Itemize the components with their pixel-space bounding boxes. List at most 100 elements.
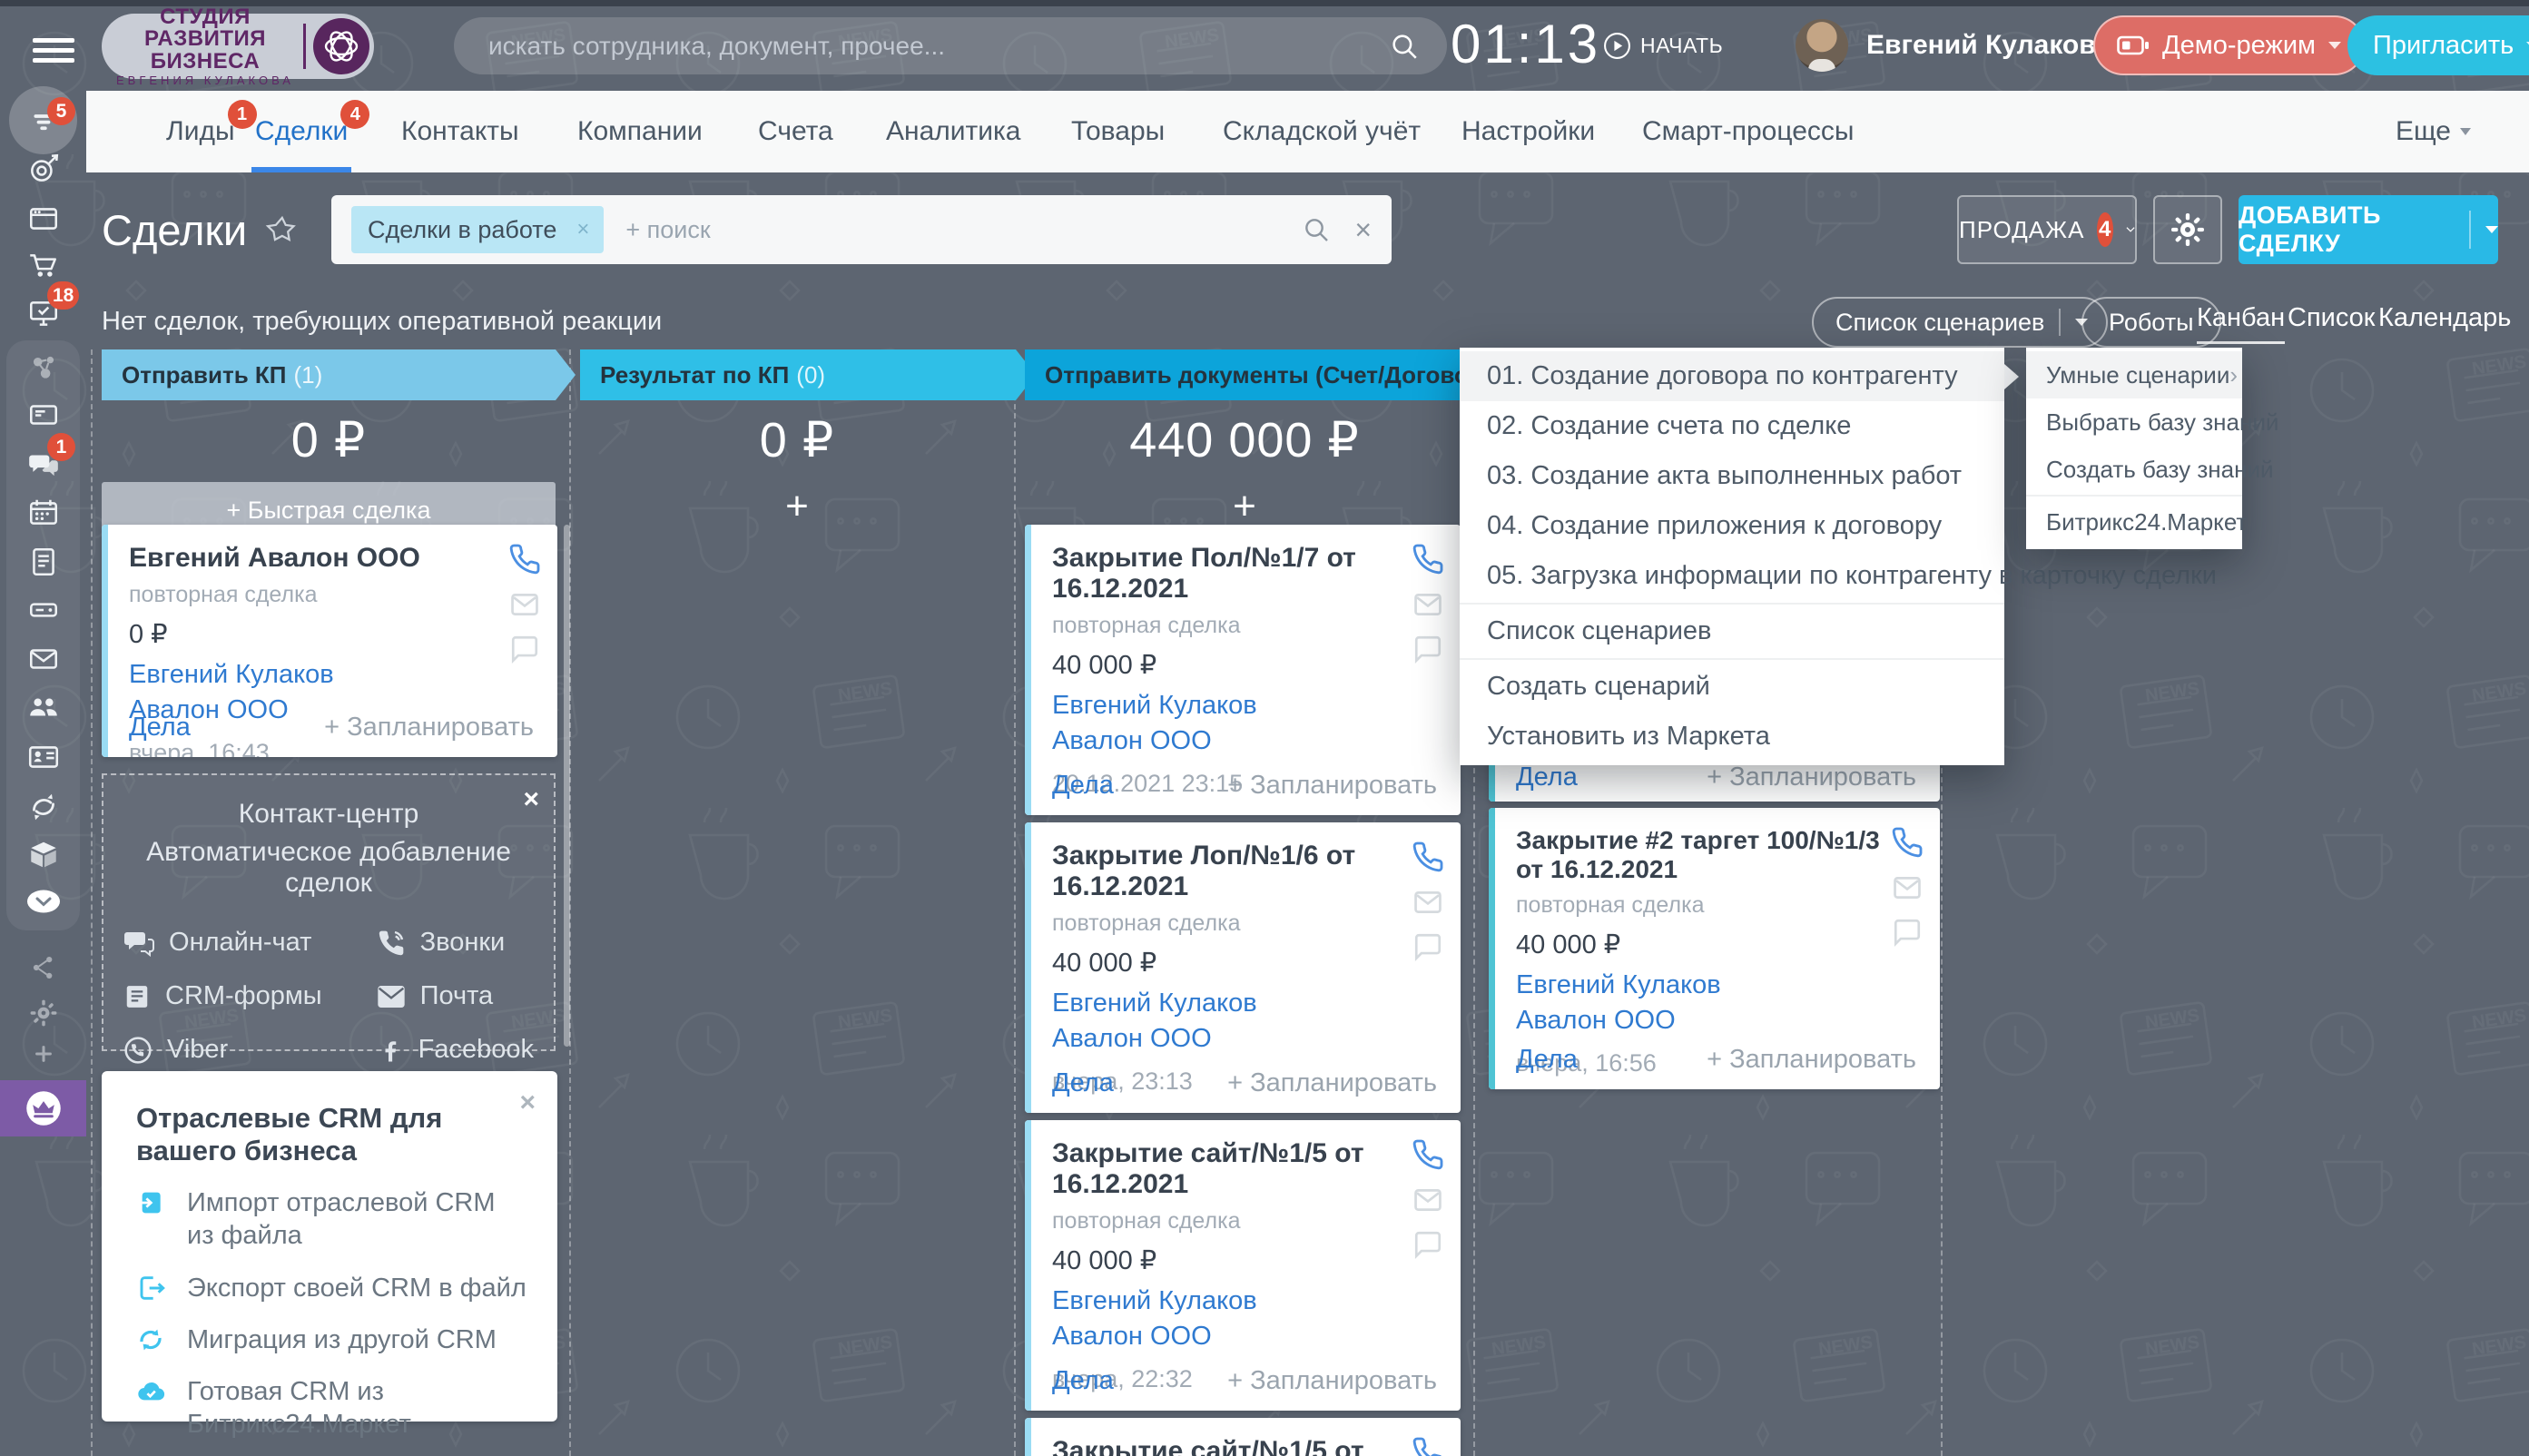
tab-inventory[interactable]: Складской учёт <box>1223 91 1421 172</box>
filter-chip-deals-in-progress[interactable]: Сделки в работе × <box>351 206 604 253</box>
deal-title[interactable]: Закрытие #2 таргет 100/№1/3 от 16.12.202… <box>1516 826 1906 884</box>
phone-icon[interactable] <box>1412 543 1444 576</box>
deal-card[interactable]: Закрытие Лоп/№1/6 от 16.12.2021 повторна… <box>1025 822 1461 1113</box>
sidebar-item-messenger[interactable]: 1 <box>0 448 86 482</box>
mail-icon[interactable] <box>1412 887 1443 918</box>
timer-start-button[interactable]: НАЧАТЬ <box>1603 32 1723 60</box>
search-icon[interactable] <box>1389 31 1420 62</box>
tab-companies[interactable]: Компании <box>577 91 703 172</box>
channel-facebook[interactable]: Facebook <box>377 1035 534 1065</box>
phone-icon[interactable] <box>1891 826 1924 859</box>
sidebar-item-add[interactable] <box>0 1039 86 1068</box>
deal-activities-link[interactable]: Дела <box>1052 1068 1114 1098</box>
channel-online-chat[interactable]: Онлайн-чат <box>123 928 322 958</box>
tab-invoices[interactable]: Счета <box>758 91 833 172</box>
sidebar-item-workgroups[interactable] <box>0 349 86 384</box>
deal-activities-link[interactable]: Дела <box>1516 762 1578 792</box>
close-icon[interactable]: × <box>519 1089 536 1117</box>
menu-item-scenario-04[interactable]: 04. Создание приложения к договору <box>1460 501 2004 551</box>
channel-mail[interactable]: Почта <box>377 981 534 1011</box>
submenu-item-choose-knowledge-base[interactable]: Выбрать базу знаний <box>2026 398 2242 446</box>
user-avatar[interactable] <box>1796 19 1848 72</box>
deal-contact-link[interactable]: Евгений Кулаков <box>1052 988 1437 1019</box>
view-list[interactable]: Список <box>2288 303 2376 333</box>
tab-smart-processes[interactable]: Смарт-процессы <box>1642 91 1854 172</box>
deal-activities-link[interactable]: Дела <box>129 713 191 743</box>
sidebar-item-crm[interactable] <box>0 398 86 432</box>
crm-migration-item[interactable]: Миграция из другой CRM <box>136 1323 526 1356</box>
sidebar-item-sitemap[interactable] <box>0 953 86 982</box>
chip-close-icon[interactable]: × <box>576 217 589 242</box>
view-calendar[interactable]: Календарь <box>2378 303 2511 333</box>
mail-icon[interactable] <box>1412 589 1443 620</box>
deal-company-link[interactable]: Авалон ООО <box>1516 1005 1916 1037</box>
tab-deals[interactable]: Сделки 4 <box>255 91 348 172</box>
deal-card[interactable]: Закрытие #2 таргет 100/№1/3 от 16.12.202… <box>1489 808 1940 1089</box>
deal-title[interactable]: Закрытие Пол/№1/7 от 16.12.2021 <box>1052 543 1415 605</box>
add-deal-button[interactable]: ДОБАВИТЬ СДЕЛКУ <box>2239 195 2498 264</box>
deal-contact-link[interactable]: Евгений Кулаков <box>1052 690 1437 722</box>
deal-card[interactable]: Закрытие сайт/№1/5 от 16.12.2021 повторн… <box>1025 1120 1461 1411</box>
sidebar-item-sites[interactable] <box>0 202 86 236</box>
work-timer[interactable]: 01:13 <box>1451 13 1600 75</box>
submenu-item-bitrix24-market[interactable]: Битрикс24.Маркет <box>2026 498 2242 546</box>
stage-header-send-proposal[interactable]: Отправить КП(1) <box>102 349 576 400</box>
menu-item-scenario-05[interactable]: 05. Загрузка информации по контрагенту в… <box>1460 551 2004 601</box>
deal-plan-link[interactable]: + Запланировать <box>1227 1366 1437 1396</box>
deal-card-partial[interactable]: Закрытие сайт/№1/5 от 16.12.2021 повторн… <box>1025 1418 1461 1456</box>
phone-icon[interactable] <box>1412 1436 1444 1456</box>
sidebar-item-market[interactable] <box>0 838 86 872</box>
deal-company-link[interactable]: Авалон ООО <box>1052 1321 1437 1353</box>
deal-card[interactable]: Евгений Авалон ООО повторная сделка 0 ₽ … <box>102 525 557 757</box>
channel-viber[interactable]: Viber <box>123 1035 322 1065</box>
submenu-item-create-knowledge-base[interactable]: Создать базу знаний <box>2026 446 2242 493</box>
funnel-selector-button[interactable]: ПРОДАЖА 4 <box>1957 195 2137 264</box>
deal-plan-link[interactable]: + Запланировать <box>1227 1068 1437 1098</box>
sidebar-item-tasks-target[interactable] <box>0 152 86 186</box>
sidebar-item-company[interactable] <box>0 690 86 724</box>
column-scrollbar[interactable] <box>564 525 570 1047</box>
deal-card[interactable]: Закрытие Пол/№1/7 от 16.12.2021 повторна… <box>1025 525 1461 815</box>
sidebar-item-mail[interactable] <box>0 642 86 676</box>
deal-plan-link[interactable]: + Запланировать <box>1227 771 1437 801</box>
deal-contact-link[interactable]: Евгений Кулаков <box>129 659 534 691</box>
tab-more[interactable]: Еще <box>2396 91 2471 172</box>
sidebar-item-settings[interactable] <box>0 999 86 1028</box>
chat-icon[interactable] <box>1412 931 1443 962</box>
filter-search-bar[interactable]: Сделки в работе × + поиск × <box>331 195 1392 264</box>
sidebar-item-calendar[interactable] <box>0 496 86 530</box>
phone-icon[interactable] <box>1412 841 1444 873</box>
crm-import-item[interactable]: Импорт отраслевой CRM из файла <box>136 1186 526 1253</box>
menu-item-scenario-03[interactable]: 03. Создание акта выполненных работ <box>1460 451 2004 501</box>
chat-icon[interactable] <box>1412 634 1443 664</box>
tab-products[interactable]: Товары <box>1071 91 1165 172</box>
chat-icon[interactable] <box>1892 917 1923 948</box>
hamburger-menu-icon[interactable] <box>33 38 74 69</box>
filter-clear-icon[interactable]: × <box>1354 215 1372 244</box>
scenarios-dropdown-button[interactable]: Список сценариев <box>1812 297 2108 348</box>
invite-button[interactable]: Пригласить <box>2347 15 2529 75</box>
add-deal-to-stage-button[interactable]: + <box>580 478 1014 535</box>
sidebar-item-automation[interactable] <box>0 790 86 824</box>
submenu-item-smart-scenarios[interactable]: Умные сценарии› <box>2026 351 2242 398</box>
deal-activities-link[interactable]: Дела <box>1516 1045 1578 1075</box>
star-icon[interactable] <box>265 214 298 247</box>
mail-icon[interactable] <box>1892 872 1923 903</box>
deal-title[interactable]: Закрытие сайт/№1/5 от 16.12.2021 <box>1052 1436 1415 1456</box>
deal-plan-link[interactable]: + Запланировать <box>1707 1045 1916 1075</box>
deal-plan-link[interactable]: + Запланировать <box>1707 762 1916 792</box>
deal-plan-link[interactable]: + Запланировать <box>324 713 534 743</box>
global-search-input[interactable] <box>487 31 1389 62</box>
sidebar-item-drive[interactable] <box>0 593 86 627</box>
phone-icon[interactable] <box>1412 1138 1444 1171</box>
sidebar-item-shop[interactable] <box>0 249 86 283</box>
deal-activities-link[interactable]: Дела <box>1052 1366 1114 1396</box>
view-kanban[interactable]: Канбан <box>2197 303 2285 333</box>
company-logo[interactable]: СТУДИЯ РАЗВИТИЯ БИЗНЕСА ЕВГЕНИЯ КУЛАКОВА <box>102 14 374 79</box>
tab-contacts[interactable]: Контакты <box>401 91 519 172</box>
sidebar-item-feed[interactable]: 5 <box>0 104 86 139</box>
filter-search-placeholder[interactable]: + поиск <box>625 216 1302 244</box>
phone-icon[interactable] <box>508 543 541 576</box>
sidebar-item-tariff[interactable] <box>0 1080 86 1136</box>
menu-item-install-from-market[interactable]: Установить из Маркета <box>1460 712 2004 762</box>
